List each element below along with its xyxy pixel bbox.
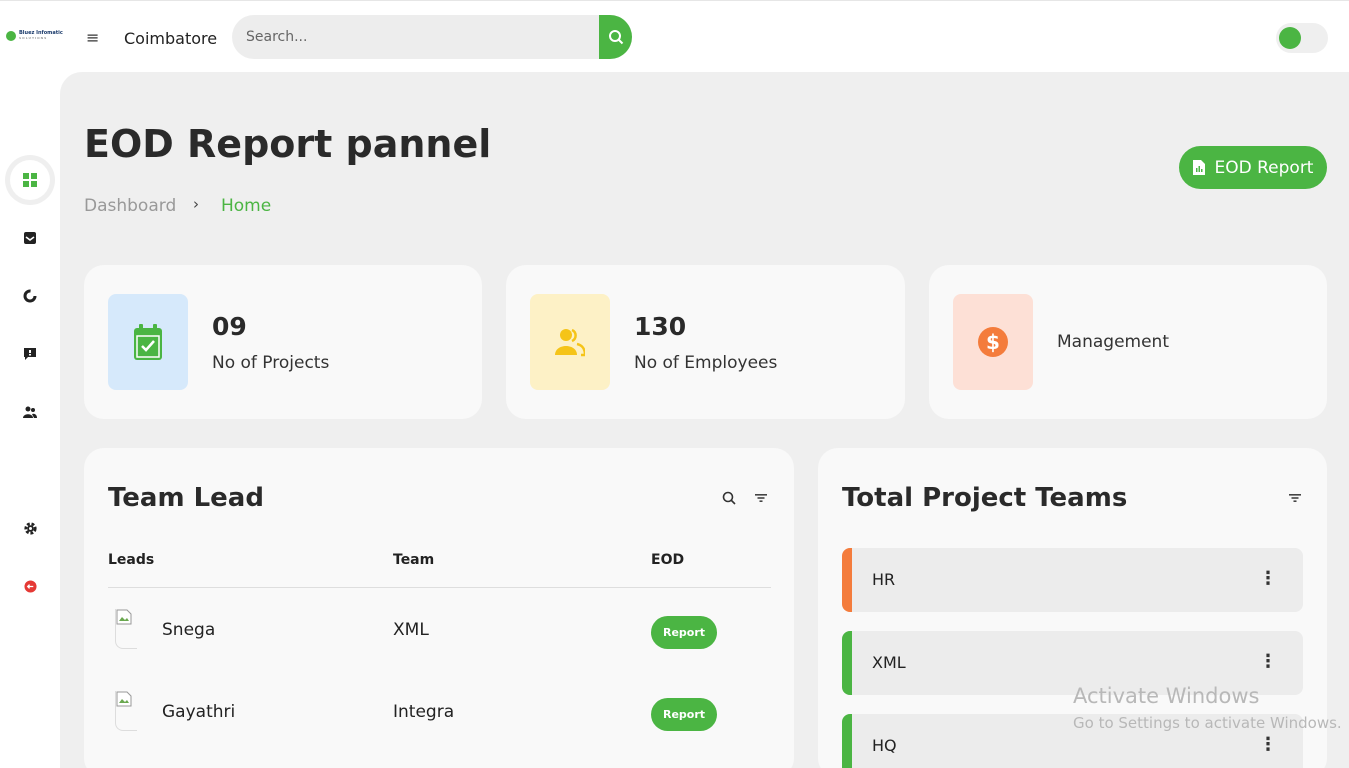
sidebar-item-inbox[interactable] [10, 218, 50, 258]
report-button[interactable]: Report [651, 616, 717, 649]
team-name: XML [872, 653, 906, 672]
team-name: HR [872, 570, 896, 589]
team-lead-title: Team Lead [108, 483, 264, 513]
donut-chart-icon [23, 289, 37, 303]
projects-label: No of Projects [212, 353, 330, 373]
inbox-icon [24, 232, 36, 244]
toggle-knob [1279, 27, 1301, 49]
project-teams-title: Total Project Teams [842, 483, 1128, 513]
employees-count: 130 [634, 312, 687, 341]
breadcrumb-dashboard[interactable]: Dashboard [84, 196, 176, 216]
sidebar [0, 72, 60, 768]
logout-icon [23, 579, 37, 593]
chevron-right-icon: › [193, 195, 199, 213]
stat-card-employees: 130 No of Employees [506, 265, 905, 419]
activate-windows-subtitle: Go to Settings to activate Windows. [1073, 714, 1342, 732]
logo[interactable]: Bluez Infomatic SOLUTIONS [6, 31, 63, 41]
activate-windows-title: Activate Windows [1073, 684, 1260, 708]
top-bar: Bluez Infomatic SOLUTIONS ≡ Coimbatore [0, 0, 1349, 72]
report-button[interactable]: Report [651, 698, 717, 731]
sidebar-item-settings[interactable] [10, 508, 50, 548]
column-header-team[interactable]: Team [393, 552, 434, 568]
document-icon [1192, 160, 1205, 175]
stat-icon-box [530, 294, 610, 390]
avatar [115, 691, 137, 731]
page-title: EOD Report pannel [84, 122, 492, 166]
chat-icon [24, 348, 36, 360]
broken-image-icon [116, 691, 132, 707]
stat-card-projects: 09 No of Projects [84, 265, 482, 419]
theme-toggle[interactable] [1276, 23, 1328, 53]
sidebar-item-reports[interactable] [10, 276, 50, 316]
breadcrumb-home[interactable]: Home [221, 196, 271, 216]
team-color-bar [842, 548, 852, 612]
sidebar-item-users[interactable] [10, 392, 50, 432]
users-icon [23, 406, 37, 418]
eod-report-button[interactable]: EOD Report [1179, 146, 1327, 189]
team-item-hr[interactable]: HR ⋮ [842, 548, 1303, 612]
team-name: HQ [872, 736, 897, 755]
location-label: Coimbatore [124, 29, 218, 48]
stat-icon-box [108, 294, 188, 390]
more-vertical-icon[interactable]: ⋮ [1259, 568, 1277, 589]
team-color-bar [842, 714, 852, 768]
management-label: Management [1057, 332, 1169, 352]
search-bar [232, 15, 632, 59]
svg-text:$: $ [986, 330, 1000, 354]
search-input[interactable] [246, 26, 586, 48]
sidebar-item-logout[interactable] [10, 566, 50, 606]
search-icon [608, 30, 623, 45]
projects-count: 09 [212, 312, 247, 341]
lead-name: Gayathri [162, 702, 236, 722]
grid-icon [23, 173, 37, 187]
table-divider [108, 587, 771, 588]
eod-report-label: EOD Report [1214, 157, 1314, 178]
lead-name: Snega [162, 620, 216, 640]
logo-subtext: SOLUTIONS [19, 36, 48, 40]
team-color-bar [842, 631, 852, 695]
stat-icon-box: $ [953, 294, 1033, 390]
lead-team: Integra [393, 702, 455, 722]
dollar-coin-icon: $ [978, 327, 1008, 357]
calendar-check-icon [134, 324, 162, 360]
broken-image-icon [116, 609, 132, 625]
search-button[interactable] [599, 15, 632, 59]
filter-icon[interactable] [755, 493, 767, 503]
column-header-leads[interactable]: Leads [108, 552, 154, 568]
filter-icon[interactable] [1289, 493, 1301, 503]
lead-team: XML [393, 620, 429, 640]
menu-icon[interactable]: ≡ [86, 28, 99, 47]
logo-mark [6, 31, 16, 41]
more-vertical-icon[interactable]: ⋮ [1259, 734, 1277, 755]
more-vertical-icon[interactable]: ⋮ [1259, 651, 1277, 672]
employees-label: No of Employees [634, 353, 778, 373]
stat-card-management: $ Management [929, 265, 1327, 419]
sidebar-item-dashboard[interactable] [10, 160, 50, 200]
avatar [115, 609, 137, 649]
users-icon [555, 328, 585, 357]
search-icon[interactable] [722, 491, 736, 505]
column-header-eod[interactable]: EOD [651, 552, 684, 568]
sidebar-item-messages[interactable] [10, 334, 50, 374]
gear-icon [23, 521, 37, 535]
